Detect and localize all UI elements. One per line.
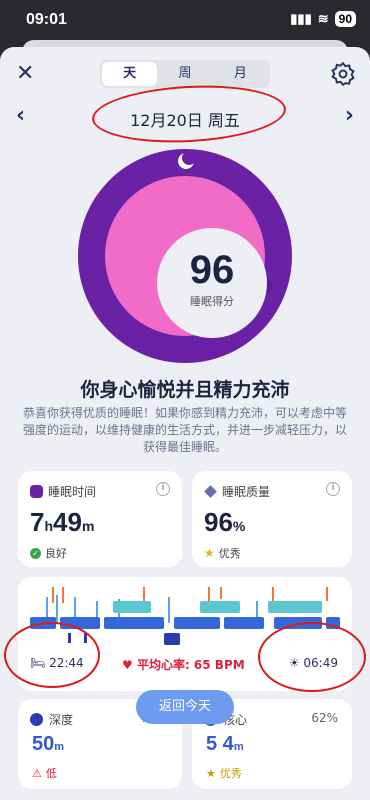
signal-icon: ▮▮▮ <box>290 11 312 26</box>
period-segmented-control: 天 周 月 <box>100 60 270 88</box>
moon-icon <box>178 151 196 169</box>
sleep-time-status-text: 良好 <box>45 547 67 560</box>
sleep-quality-value: 96% <box>204 507 245 538</box>
deep-number: 50 <box>32 733 55 755</box>
close-icon[interactable]: ✕ <box>16 61 34 86</box>
sleep-minutes: 49 <box>53 507 82 537</box>
sleep-score-label: 睡眠得分 <box>190 295 234 308</box>
sleep-duration: 7h49m <box>30 507 94 538</box>
sleep-quality-card[interactable]: 睡眠质量 i 96% ★ 优秀 <box>192 471 352 567</box>
clock: 09:01 <box>26 11 67 28</box>
deep-dot-icon <box>30 713 43 726</box>
sleep-quality-status-text: 优秀 <box>218 547 241 560</box>
sleep-score-ring: 96 睡眠得分 <box>78 149 292 363</box>
quality-unit: % <box>232 518 246 534</box>
sleep-time-title: 睡眠时间 <box>30 483 96 500</box>
quality-number: 96 <box>204 507 233 537</box>
info-icon[interactable]: i <box>326 482 340 496</box>
sleep-time-label: 睡眠时间 <box>48 485 97 499</box>
star-icon: ★ <box>204 546 215 560</box>
deep-title: 深度 <box>30 711 73 728</box>
summary-description: 恭喜你获得优质的睡眠！如果你感到精力充沛，可以考虑中等强度的运动，以维持健康的生… <box>22 406 347 454</box>
core-unit: m <box>233 741 244 753</box>
status-icons: ▮▮▮ ≋ 90 <box>290 11 356 27</box>
sleep-quality-title: 睡眠质量 <box>204 483 270 500</box>
annotation-circle-waketime <box>258 622 366 692</box>
annotation-circle-bedtime <box>4 622 100 688</box>
tab-month[interactable]: 月 <box>213 62 268 86</box>
deep-label: 深度 <box>49 713 74 727</box>
sleep-quality-status: ★ 优秀 <box>204 545 241 561</box>
warning-icon: ⚠ <box>32 766 42 780</box>
deep-status-text: 低 <box>45 767 57 780</box>
core-number: 5 4 <box>206 733 234 755</box>
battery-icon: 90 <box>334 11 356 27</box>
sleep-quality-label: 睡眠质量 <box>222 485 271 499</box>
minutes-unit: m <box>81 518 95 534</box>
deep-value: 50m <box>32 733 64 756</box>
status-bar: 09:01 ▮▮▮ ≋ 90 <box>0 0 370 40</box>
core-value: 5 4m <box>206 733 244 756</box>
wifi-icon: ≋ <box>317 11 329 26</box>
tab-week[interactable]: 周 <box>157 62 212 86</box>
check-icon: ✓ <box>30 547 41 559</box>
next-day-button[interactable]: › <box>345 103 354 128</box>
sleep-score-value: 96 <box>189 248 235 292</box>
summary-headline: 你身心愉悦并且精力充沛 <box>80 379 290 401</box>
heart-rate-text: 平均心率: 65 BPM <box>136 658 245 672</box>
score-core: 96 睡眠得分 <box>157 228 267 338</box>
heart-rate-label: ♥ 平均心率: 65 BPM <box>122 658 245 672</box>
ring-inner: 96 睡眠得分 <box>105 176 267 338</box>
deep-unit: m <box>54 741 65 753</box>
diamond-badge-icon <box>204 485 217 498</box>
info-icon[interactable]: i <box>156 482 170 496</box>
core-percent: 62% <box>311 711 338 725</box>
core-status: ★ 优秀 <box>206 765 242 781</box>
sleep-hours: 7 <box>30 507 45 537</box>
core-status-text: 优秀 <box>219 767 242 780</box>
settings-gear-icon[interactable] <box>330 61 356 87</box>
hours-unit: h <box>44 518 54 534</box>
moon-badge-icon <box>30 485 43 498</box>
back-to-today-button[interactable]: 返回今天 <box>136 690 234 724</box>
sleep-time-card[interactable]: 睡眠时间 i 7h49m ✓ 良好 <box>18 471 182 567</box>
tab-day[interactable]: 天 <box>102 62 158 86</box>
star-icon: ★ <box>206 766 216 780</box>
sleep-time-status: ✓ 良好 <box>30 545 67 561</box>
deep-status: ⚠ 低 <box>32 765 57 781</box>
